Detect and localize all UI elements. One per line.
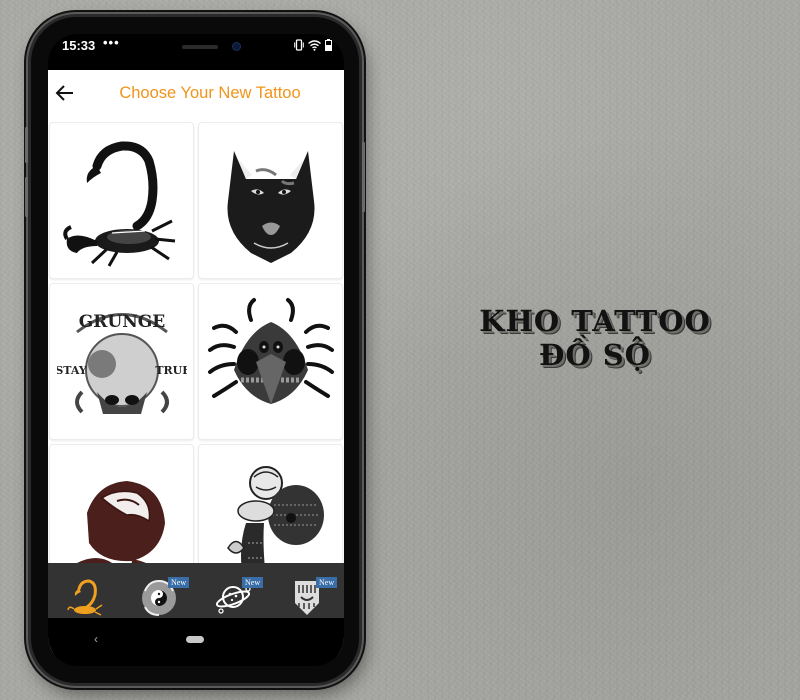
tattoo-tile-koi[interactable] (198, 444, 343, 566)
battery-icon (325, 39, 332, 51)
wolf-tattoo-image (226, 150, 315, 263)
app-bar: Choose Your New Tattoo (48, 70, 344, 116)
promo-headline: KHO TATTOO ĐỒ SỘ (400, 304, 790, 372)
front-camera (232, 42, 241, 51)
tattoo-tile-grunge-skull[interactable]: GRUNGE STAY TRUE (49, 283, 194, 440)
tattoo-grid[interactable]: GRUNGE STAY TRUE (48, 122, 344, 566)
svg-text:GRUNGE: GRUNGE (78, 312, 165, 332)
wifi-icon (308, 39, 321, 51)
system-navigation-bar: ‹ (48, 618, 344, 666)
status-more-dots: ••• (103, 35, 120, 50)
rose-tattoo-image (76, 480, 165, 566)
system-back-icon[interactable]: ‹ (94, 632, 98, 646)
tattoo-tile-rose[interactable] (49, 444, 194, 566)
status-bar: 15:33 ••• (48, 34, 344, 70)
phone-side-button (25, 127, 28, 163)
tattoo-tile-wolf[interactable] (198, 122, 343, 279)
headline-line-2: ĐỒ SỘ (539, 338, 651, 373)
new-badge: New (242, 577, 264, 588)
tribal-skulls-tattoo-image (207, 297, 334, 404)
scorpion-tattoo-image (62, 140, 175, 267)
tattoo-tile-scorpion[interactable] (49, 122, 194, 279)
koi-tattoo-image (226, 465, 324, 566)
speaker-grill (182, 45, 218, 49)
new-badge: New (316, 577, 338, 588)
phone-screen: 15:33 ••• Choose Your New Tattoo GRUNGE … (48, 34, 344, 666)
new-badge: New (168, 577, 190, 588)
tattoo-tile-tribal-skulls[interactable] (198, 283, 343, 440)
vibrate-icon (294, 39, 304, 51)
svg-text:STAY: STAY (57, 364, 87, 377)
tattoo-picker-screen: Choose Your New Tattoo GRUNGE STAY TRU N… (48, 70, 344, 654)
headline-line-1: KHO TATTOO (479, 304, 711, 338)
system-home-pill[interactable] (186, 636, 204, 643)
phone-power-button (362, 142, 365, 212)
status-time: 15:33 (62, 38, 96, 53)
phone-notch (126, 34, 276, 67)
scorpion-icon (67, 579, 103, 616)
phone-side-button (25, 177, 28, 217)
phone-mockup: 15:33 ••• Choose Your New Tattoo GRUNGE … (25, 14, 365, 686)
svg-text:TRUE: TRUE (155, 364, 187, 377)
page-title: Choose Your New Tattoo (119, 84, 301, 102)
grunge-skull-tattoo-image: GRUNGE STAY TRUE (56, 312, 187, 414)
